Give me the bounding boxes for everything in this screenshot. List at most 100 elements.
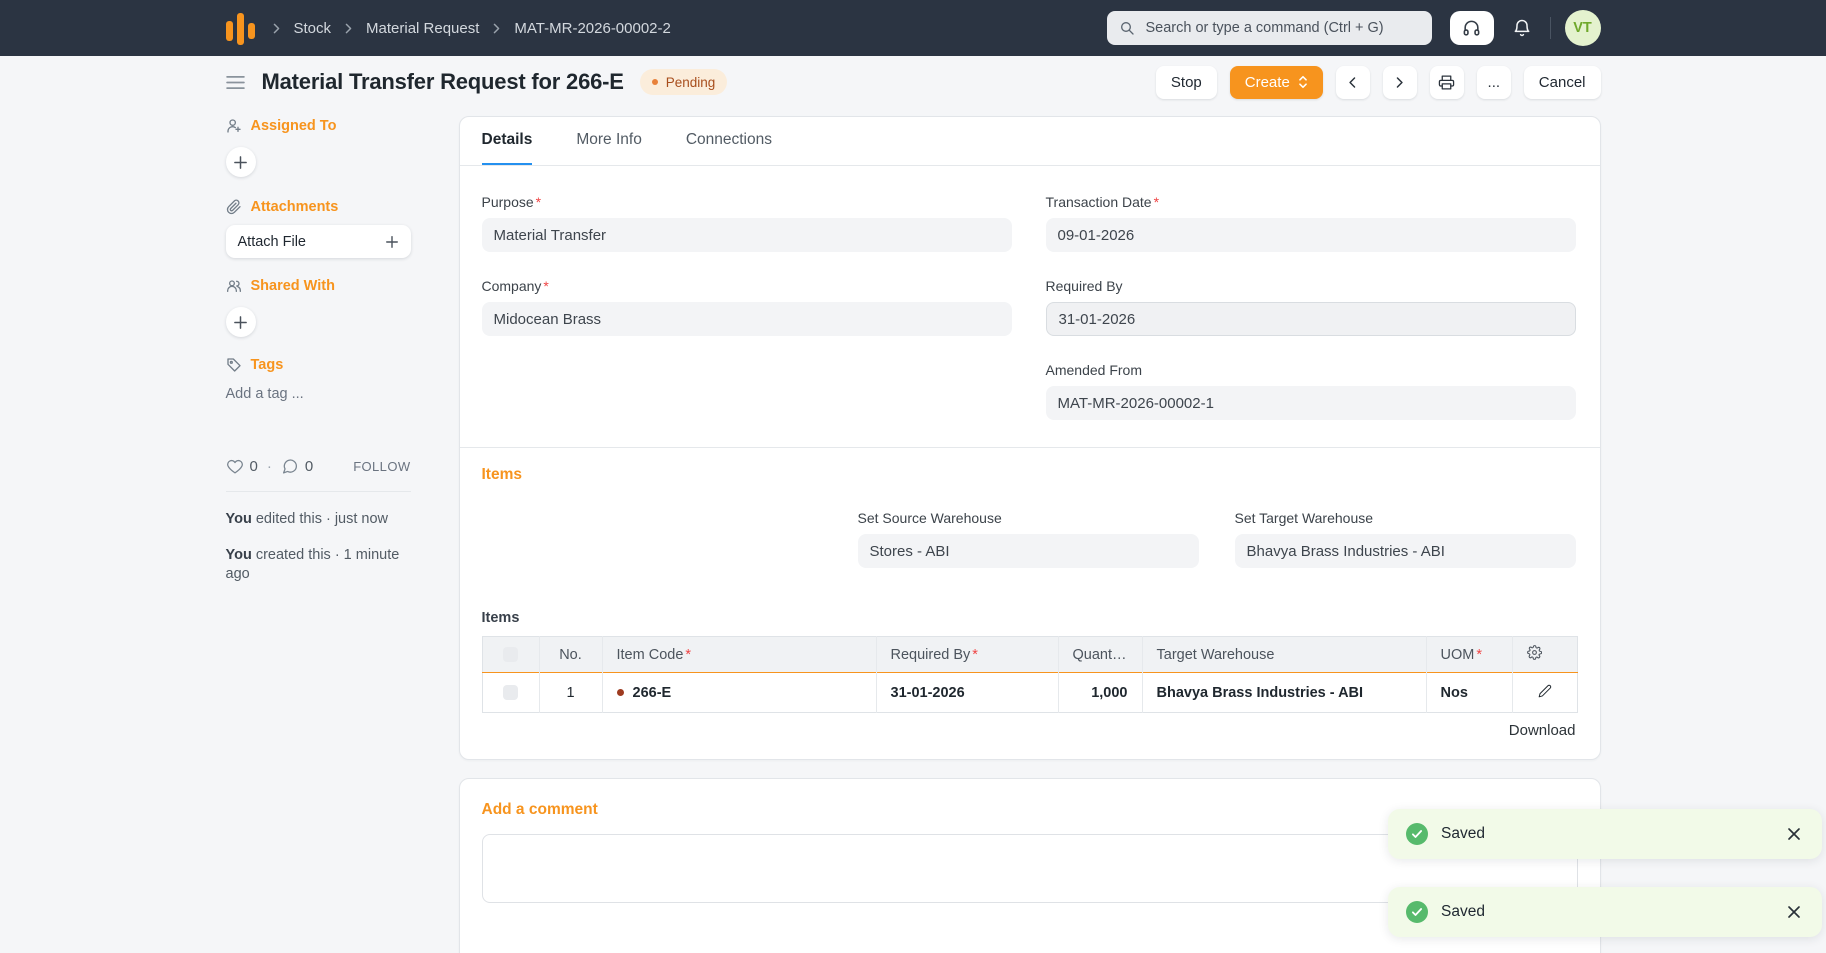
quantity-cell[interactable]: 1,000	[1057, 672, 1142, 713]
global-search[interactable]	[1106, 11, 1432, 45]
chevron-right-icon	[491, 23, 502, 34]
users-icon	[226, 280, 241, 292]
user-plus-icon	[226, 119, 241, 133]
tab-connections[interactable]: Connections	[686, 117, 772, 165]
search-icon	[1120, 22, 1134, 35]
print-button[interactable]	[1429, 65, 1464, 99]
previous-document-button[interactable]	[1335, 65, 1370, 99]
shared-with-section: Shared With	[226, 278, 411, 294]
app-logo-icon[interactable]	[225, 11, 255, 45]
col-required-by: Required By *	[875, 636, 1058, 673]
company-field: Company * Midocean Brass	[481, 278, 1012, 336]
activity-item: You edited this · just now	[225, 511, 389, 527]
add-assignment-button[interactable]	[225, 147, 256, 177]
transaction-date-input[interactable]: 09-01-2026	[1045, 218, 1576, 252]
check-circle-icon	[1406, 901, 1428, 923]
items-table: No. Item Code * Required By * Quantity * Ta…	[481, 636, 1578, 713]
edit-row-button[interactable]	[1511, 672, 1577, 713]
toast-message: Saved	[1441, 825, 1485, 842]
details-fields: Purpose * Material Transfer Transaction D…	[459, 166, 1600, 448]
close-icon[interactable]	[1784, 902, 1804, 922]
item-indicator-icon	[616, 688, 624, 696]
social-row: 0 · 0 FOLLOW	[226, 458, 411, 475]
col-no: No.	[538, 636, 602, 673]
col-uom: UOM *	[1425, 636, 1512, 673]
row-number[interactable]: 1	[538, 672, 602, 713]
required-by-field: Required By 31-01-2026	[1045, 278, 1576, 336]
cancel-button[interactable]: Cancel	[1523, 65, 1601, 99]
assigned-to-section: Assigned To	[226, 118, 411, 134]
more-options-button[interactable]: ...	[1476, 65, 1511, 99]
stop-button[interactable]: Stop	[1155, 65, 1217, 99]
select-all-checkbox[interactable]	[503, 647, 518, 662]
breadcrumb-stock[interactable]: Stock	[294, 20, 332, 37]
uom-cell[interactable]: Nos	[1425, 672, 1512, 713]
activity-log: You edited this · just now You created t…	[226, 510, 411, 584]
navbar-divider	[1549, 17, 1551, 39]
transaction-date-field: Transaction Date * 09-01-2026	[1045, 194, 1576, 252]
form-card: Details More Info Connections Purpose * M…	[458, 116, 1601, 760]
form-sidebar: Assigned To Attachments Attach File Shar…	[225, 108, 459, 601]
source-warehouse-input[interactable]: Stores - ABI	[857, 534, 1199, 568]
amended-from-field: Amended From MAT-MR-2026-00002-1	[1045, 362, 1576, 420]
download-button[interactable]: Download	[1509, 722, 1576, 739]
items-table-header: No. Item Code * Required By * Quantity * Ta…	[482, 636, 1577, 673]
items-section-heading: Items	[481, 466, 523, 483]
create-button[interactable]: Create	[1229, 65, 1323, 99]
search-input[interactable]	[1143, 19, 1420, 37]
headphones-icon	[1463, 20, 1480, 36]
next-document-button[interactable]	[1382, 65, 1417, 99]
chevron-up-down-icon	[1298, 75, 1307, 89]
target-warehouse-cell[interactable]: Bhavya Brass Industries - ABI	[1141, 672, 1426, 713]
breadcrumb-material-request[interactable]: Material Request	[366, 20, 479, 37]
bell-icon	[1514, 19, 1529, 37]
page-title: Material Transfer Request for 266-E	[261, 69, 624, 94]
page-header: Material Transfer Request for 266-E Pend…	[225, 56, 1601, 108]
user-avatar[interactable]: VT	[1564, 10, 1601, 46]
gear-icon	[1526, 645, 1542, 660]
col-quantity: Quantity *	[1057, 636, 1142, 673]
separator: ·	[266, 458, 272, 475]
breadcrumb-document[interactable]: MAT-MR-2026-00002-2	[514, 20, 670, 37]
close-icon[interactable]	[1784, 824, 1804, 844]
follow-button[interactable]: FOLLOW	[353, 459, 410, 474]
tags-section: Tags	[226, 357, 411, 373]
sidebar-divider	[225, 491, 411, 492]
help-button[interactable]	[1449, 11, 1494, 45]
like-count: 0	[249, 458, 258, 475]
tab-more-info[interactable]: More Info	[576, 117, 641, 165]
add-tag-input[interactable]: Add a tag ...	[226, 386, 411, 402]
attach-file-button[interactable]: Attach File	[225, 225, 411, 258]
breadcrumb: Stock Material Request MAT-MR-2026-00002…	[271, 20, 671, 37]
grid-settings-button[interactable]	[1511, 636, 1577, 673]
navbar: Stock Material Request MAT-MR-2026-00002…	[0, 0, 1826, 56]
required-by-cell[interactable]: 31-01-2026	[875, 672, 1058, 713]
notifications-button[interactable]	[1508, 14, 1536, 42]
tag-icon	[226, 358, 241, 372]
add-share-button[interactable]	[225, 307, 256, 337]
sidebar-toggle-icon[interactable]	[225, 75, 245, 90]
plus-icon	[234, 315, 247, 329]
app-page: Stock Material Request MAT-MR-2026-00002…	[0, 0, 1826, 953]
row-checkbox[interactable]	[503, 685, 518, 700]
tab-details[interactable]: Details	[481, 117, 533, 165]
items-grid-label: Items	[481, 610, 520, 626]
toast-message: Saved	[1441, 903, 1485, 920]
amended-from-input[interactable]: MAT-MR-2026-00002-1	[1045, 386, 1576, 420]
target-warehouse-input[interactable]: Bhavya Brass Industries - ABI	[1234, 534, 1576, 568]
attachments-section: Attachments	[226, 199, 411, 215]
item-code-cell[interactable]: 266-E	[601, 672, 876, 713]
chevron-left-icon	[1349, 76, 1356, 88]
chevron-right-icon	[343, 23, 354, 34]
purpose-input[interactable]: Material Transfer	[481, 218, 1012, 252]
plus-icon	[234, 155, 247, 169]
items-table-row: 1 266-E 31-01-2026 1,000 Bhavya Brass In…	[482, 672, 1577, 713]
purpose-field: Purpose * Material Transfer	[481, 194, 1012, 252]
company-input[interactable]: Midocean Brass	[481, 302, 1012, 336]
heart-icon[interactable]	[226, 458, 244, 475]
status-dot-icon	[651, 79, 658, 85]
comment-icon[interactable]	[281, 458, 299, 475]
required-by-input[interactable]: 31-01-2026	[1045, 302, 1576, 336]
plus-icon	[385, 235, 399, 249]
col-target-warehouse: Target Warehouse	[1141, 636, 1426, 673]
